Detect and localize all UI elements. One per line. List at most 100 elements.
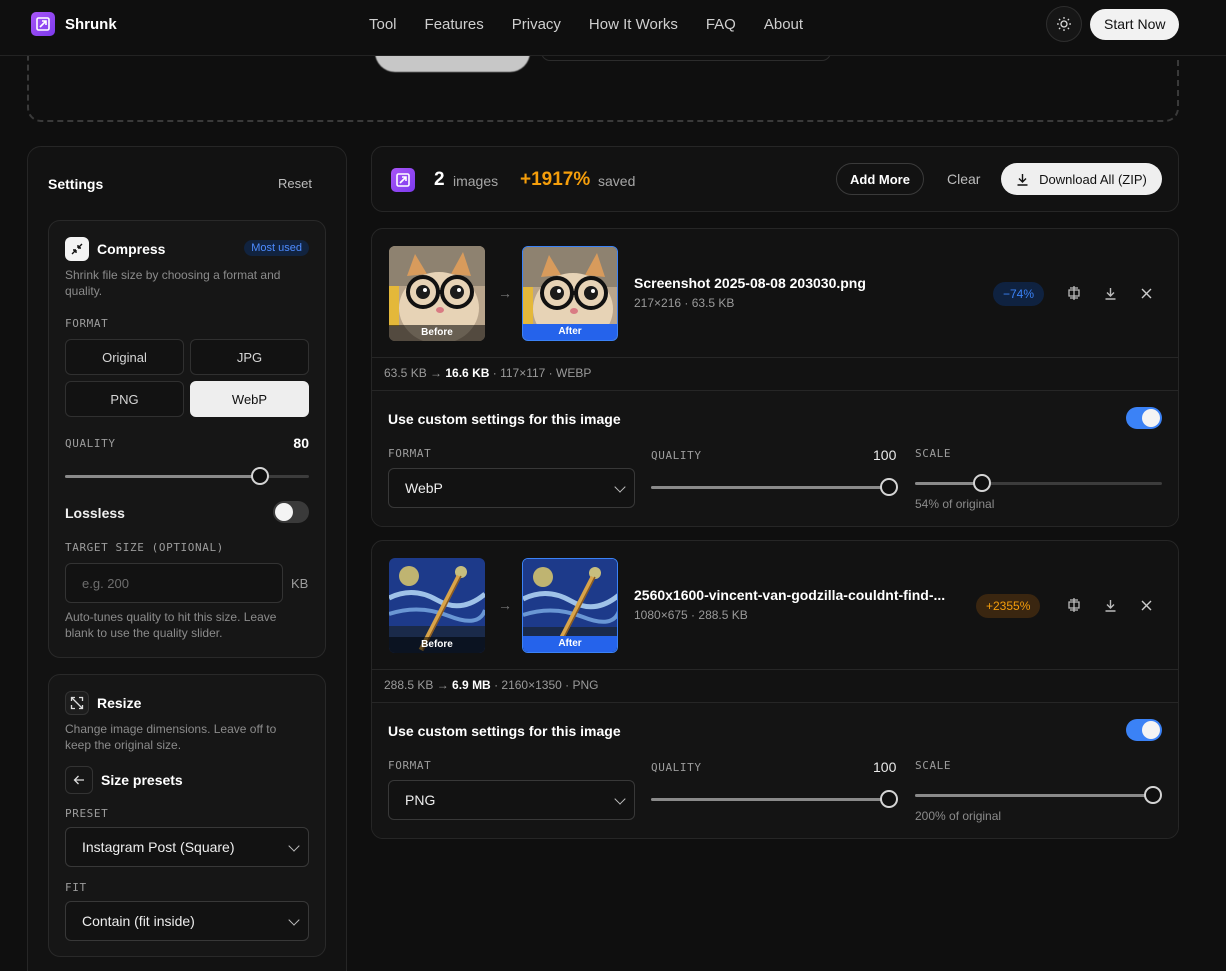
after-thumbnail[interactable]: After	[522, 558, 618, 653]
saved-percent: +1917%	[520, 169, 591, 190]
brand[interactable]: Shrunk	[31, 12, 117, 36]
format-option-original[interactable]: Original	[65, 339, 184, 375]
chevron-down-icon	[288, 914, 300, 926]
compare-button[interactable]	[1065, 284, 1083, 302]
download-button[interactable]	[1101, 284, 1119, 302]
nav-link-faq[interactable]: FAQ	[706, 16, 736, 33]
after-label: After	[523, 636, 617, 652]
format-select[interactable]: WebP	[388, 468, 635, 508]
download-icon	[1017, 173, 1028, 186]
conversion-info: 63.5 KB → 16.6 KB · 117×117 · WEBP	[384, 366, 591, 380]
quality-value: 80	[293, 435, 309, 451]
info-output-details: · 2160×1350 · PNG	[490, 678, 599, 692]
scale-note: 200% of original	[915, 809, 1002, 823]
settings-title: Settings	[48, 176, 104, 192]
file-meta: 1080×675 · 288.5 KB	[634, 608, 748, 622]
info-new-size: 16.6 KB	[445, 366, 490, 380]
before-thumbnail[interactable]: Before	[389, 558, 485, 653]
file-name: 2560x1600-vincent-van-godzilla-couldnt-f…	[634, 587, 946, 603]
download-button[interactable]	[1101, 596, 1119, 614]
resize-title: Resize	[97, 695, 142, 711]
clear-button[interactable]: Clear	[947, 171, 980, 187]
logo-icon	[391, 168, 415, 192]
quality-label: QUALITY	[65, 437, 116, 450]
size-presets-title: Size presets	[101, 772, 183, 788]
compare-icon	[1068, 598, 1080, 612]
image-card-header: Before → After Screenshot 2025-08-08 203…	[372, 229, 1178, 358]
lossless-toggle[interactable]	[273, 501, 309, 523]
scale-label: SCALE	[915, 759, 952, 772]
quality-label: QUALITY	[651, 761, 702, 774]
size-change-badge: −74%	[993, 282, 1045, 306]
scale-slider-fill	[915, 482, 982, 485]
compress-title: Compress	[97, 241, 166, 257]
most-used-badge: Most used	[244, 240, 309, 256]
theme-toggle-button[interactable]	[1046, 6, 1082, 42]
info-original-size: 288.5 KB →	[384, 678, 453, 692]
format-select-value: PNG	[405, 792, 436, 808]
quality-slider-thumb[interactable]	[880, 478, 898, 496]
nav-link-how-it-works[interactable]: How It Works	[589, 16, 678, 33]
preset-select-value: Instagram Post (Square)	[82, 839, 235, 855]
arrow-left-icon	[73, 775, 84, 785]
reset-button[interactable]: Reset	[278, 176, 312, 191]
back-button[interactable]	[65, 766, 93, 794]
nav-link-features[interactable]: Features	[425, 16, 484, 33]
scale-label: SCALE	[915, 447, 952, 460]
scale-slider[interactable]	[915, 786, 1162, 804]
format-label: FORMAT	[65, 317, 109, 330]
custom-settings-toggle[interactable]	[1126, 407, 1162, 429]
conversion-info: 288.5 KB → 6.9 MB · 2160×1350 · PNG	[384, 678, 598, 692]
scale-slider[interactable]	[915, 474, 1162, 492]
remove-button[interactable]	[1137, 596, 1155, 614]
nav-link-about[interactable]: About	[764, 16, 803, 33]
quality-slider[interactable]	[651, 790, 898, 808]
custom-settings: Use custom settings for this image FORMA…	[372, 390, 1178, 526]
start-now-button[interactable]: Start Now	[1090, 9, 1180, 40]
target-size-input[interactable]	[65, 563, 283, 603]
nav-link-tool[interactable]: Tool	[369, 16, 397, 33]
compare-icon	[1068, 286, 1080, 300]
format-label: FORMAT	[388, 759, 432, 772]
after-thumbnail[interactable]: After	[522, 246, 618, 341]
download-all-button[interactable]: Download All (ZIP)	[1001, 163, 1162, 195]
close-icon	[1141, 600, 1151, 610]
download-all-label: Download All (ZIP)	[1039, 171, 1147, 187]
file-meta: 217×216 · 63.5 KB	[634, 296, 735, 310]
resize-description: Change image dimensions. Leave off to ke…	[65, 722, 277, 752]
saved-label: saved	[598, 173, 636, 189]
quality-slider-thumb[interactable]	[880, 790, 898, 808]
remove-button[interactable]	[1137, 284, 1155, 302]
arrow-right-icon: →	[498, 285, 512, 301]
brand-name: Shrunk	[65, 15, 117, 33]
scale-slider-thumb[interactable]	[973, 474, 991, 492]
resize-icon	[65, 691, 89, 715]
fit-select[interactable]: Contain (fit inside)	[65, 901, 309, 941]
custom-settings-toggle[interactable]	[1126, 719, 1162, 741]
preset-label: PRESET	[65, 807, 109, 820]
compare-button[interactable]	[1065, 596, 1083, 614]
quality-slider[interactable]	[65, 467, 309, 485]
format-select[interactable]: PNG	[388, 780, 635, 820]
download-icon	[1105, 599, 1115, 612]
preset-select[interactable]: Instagram Post (Square)	[65, 827, 309, 867]
before-thumbnail[interactable]: Before	[389, 246, 485, 341]
custom-settings-label: Use custom settings for this image	[388, 723, 621, 739]
quality-value: 100	[873, 447, 897, 463]
compress-icon	[65, 237, 89, 261]
nav-links: Tool Features Privacy How It Works FAQ A…	[369, 16, 803, 33]
format-option-png[interactable]: PNG	[65, 381, 184, 417]
resize-card: Resize Change image dimensions. Leave of…	[48, 674, 326, 957]
chevron-down-icon	[614, 793, 626, 805]
format-option-webp[interactable]: WebP	[190, 381, 309, 417]
nav-link-privacy[interactable]: Privacy	[512, 16, 561, 33]
file-name: Screenshot 2025-08-08 203030.png	[634, 275, 866, 291]
quality-slider-thumb[interactable]	[251, 467, 269, 485]
settings-panel: Settings Reset Compress Most used Shrink…	[27, 146, 347, 971]
arrow-right-icon: →	[498, 597, 512, 613]
add-more-button[interactable]: Add More	[836, 163, 924, 195]
format-option-jpg[interactable]: JPG	[190, 339, 309, 375]
scale-slider-thumb[interactable]	[1144, 786, 1162, 804]
quality-slider[interactable]	[651, 478, 898, 496]
lossless-label: Lossless	[65, 505, 125, 521]
